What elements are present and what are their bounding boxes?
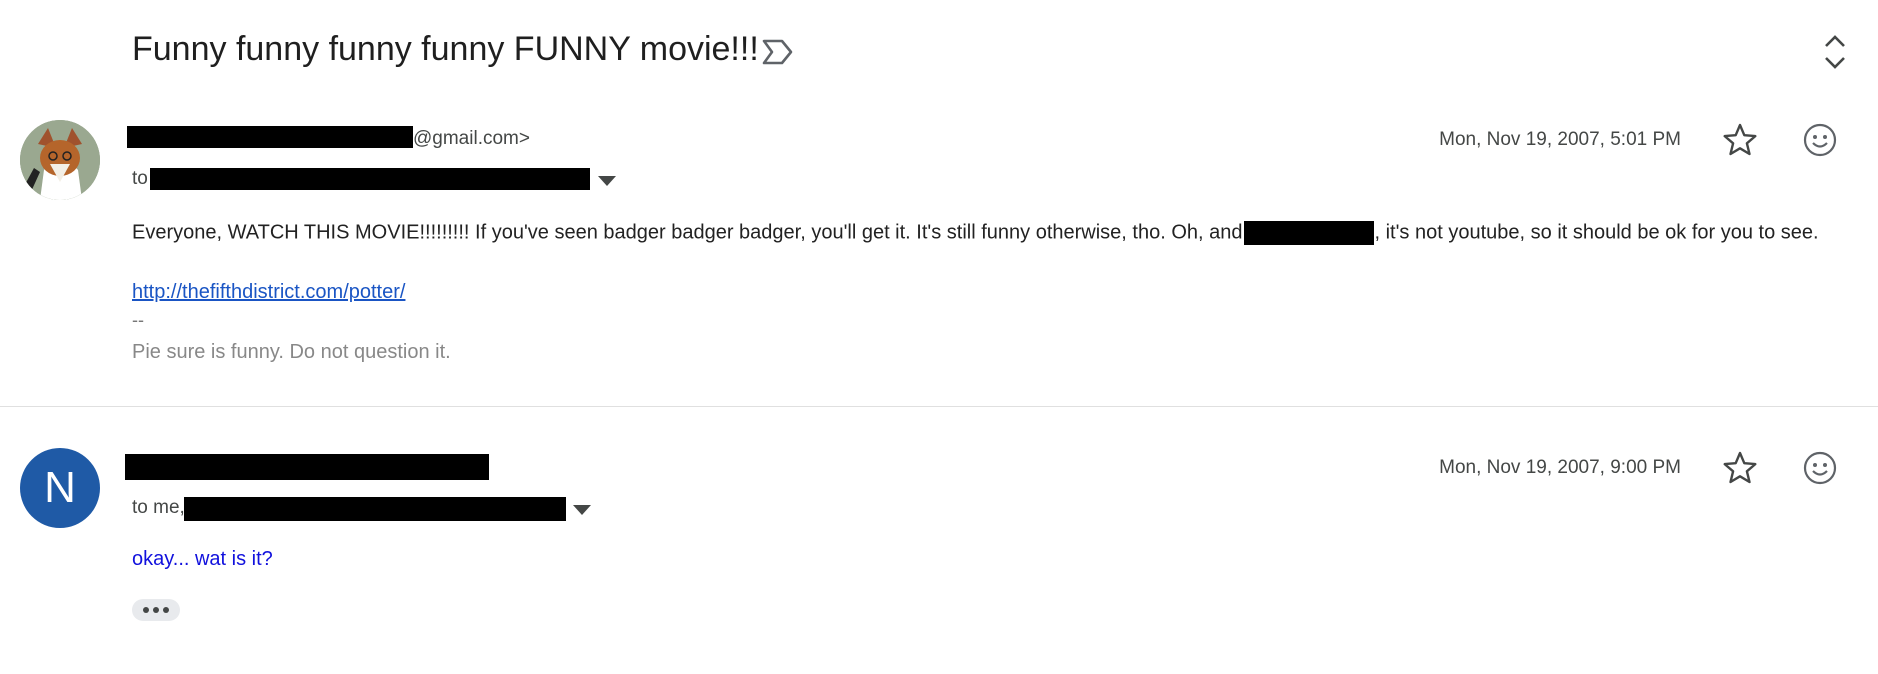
message-body-line: Everyone, WATCH THIS MOVIE!!!!!!!!! If y…: [132, 221, 1819, 245]
label-icon[interactable]: [760, 36, 796, 68]
thread-subject: Funny funny funny funny FUNNY movie!!!: [132, 30, 759, 68]
message-divider: [0, 406, 1878, 407]
email-thread-view: Funny funny funny funny FUNNY movie!!! @…: [0, 0, 1878, 674]
message-date: Mon, Nov 19, 2007, 9:00 PM: [1439, 457, 1681, 478]
recipients-line: to me,: [132, 497, 185, 519]
redacted-sender-name: [125, 454, 489, 480]
redacted-name-inline: [1243, 221, 1374, 245]
message-body: okay... wat is it?: [132, 548, 273, 570]
redacted-recipients: [184, 497, 566, 521]
star-icon[interactable]: [1722, 122, 1758, 158]
ellipsis-dot: [163, 607, 169, 613]
add-reaction-icon[interactable]: [1802, 450, 1838, 486]
expand-all-icon[interactable]: [1818, 30, 1852, 74]
star-icon[interactable]: [1722, 450, 1758, 486]
sender-avatar[interactable]: [20, 120, 100, 200]
recipients-line: to: [132, 168, 148, 190]
signature-text: Pie sure is funny. Do not question it.: [132, 341, 451, 363]
message-body-part2: , it's not youtube, so it should be ok f…: [1374, 221, 1819, 244]
message-body-part1: Everyone, WATCH THIS MOVIE!!!!!!!!! If y…: [132, 221, 1243, 244]
recipient-details-dropdown[interactable]: [573, 505, 591, 515]
sender-avatar-letter[interactable]: N: [20, 448, 100, 528]
to-prefix: to me,: [132, 497, 185, 518]
sender-email-suffix: @gmail.com>: [413, 128, 530, 149]
ellipsis-dot: [143, 607, 149, 613]
message-2: N to me, Mon, Nov 19, 2007, 9:00 PM okay…: [0, 408, 1878, 674]
to-prefix: to: [132, 168, 148, 189]
message-1: @gmail.com> to Mon, Nov 19, 2007, 5:01 P…: [0, 110, 1878, 406]
redacted-recipients: [150, 168, 590, 190]
signature-separator: --: [132, 310, 144, 330]
message-date: Mon, Nov 19, 2007, 5:01 PM: [1439, 129, 1681, 150]
recipient-details-dropdown[interactable]: [598, 176, 616, 186]
redacted-sender-name: [127, 126, 413, 148]
show-trimmed-content-button[interactable]: [132, 599, 180, 621]
movie-link[interactable]: http://thefifthdistrict.com/potter/: [132, 281, 405, 304]
ellipsis-dot: [153, 607, 159, 613]
add-reaction-icon[interactable]: [1802, 122, 1838, 158]
